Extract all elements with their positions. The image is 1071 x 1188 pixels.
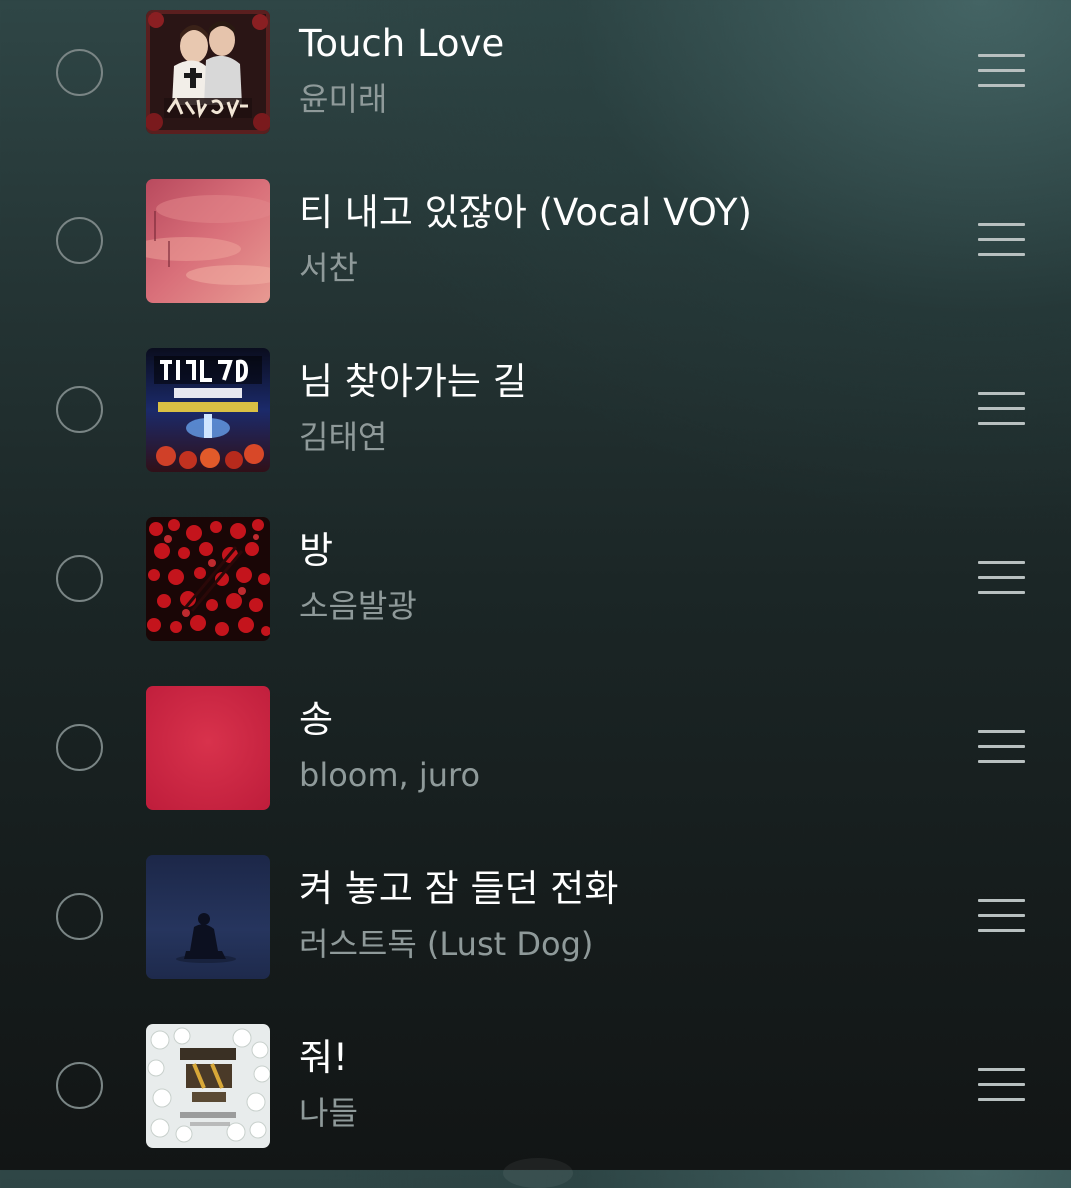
select-checkbox-icon[interactable]	[56, 49, 103, 96]
drag-handle-icon[interactable]	[978, 223, 1025, 257]
track-title: 님 찾아가는 길	[299, 360, 527, 403]
album-art-white-flowers	[146, 1024, 270, 1148]
scroll-hint	[503, 1158, 573, 1188]
track-row[interactable]: 송 bloom, juro	[0, 676, 1071, 845]
album-art-touch-love	[146, 10, 270, 134]
select-checkbox-icon[interactable]	[56, 1062, 103, 1109]
select-checkbox-icon[interactable]	[56, 386, 103, 433]
track-title: 방	[299, 529, 334, 572]
album-art-pink-clouds	[146, 179, 270, 303]
drag-handle-icon[interactable]	[978, 561, 1025, 595]
drag-handle-icon[interactable]	[978, 54, 1025, 88]
drag-handle-icon[interactable]	[978, 1068, 1025, 1102]
track-title: 티 내고 있잖아 (Vocal VOY)	[299, 191, 752, 234]
playlist-list: Touch Love 윤미래 티 내고 있잖아 (Vocal VOY) 서찬 님…	[0, 0, 1071, 1188]
track-row[interactable]: 님 찾아가는 길 김태연	[0, 338, 1071, 507]
track-title: 줘!	[299, 1036, 348, 1079]
track-artist: 러스트독 (Lust Dog)	[299, 925, 594, 963]
track-artist: 김태연	[299, 418, 388, 456]
drag-handle-icon[interactable]	[978, 730, 1025, 764]
track-title: 켜 놓고 잠 들던 전화	[299, 867, 619, 910]
track-title: Touch Love	[299, 22, 505, 65]
album-art-red-solid	[146, 686, 270, 810]
select-checkbox-icon[interactable]	[56, 555, 103, 602]
track-row[interactable]: 티 내고 있잖아 (Vocal VOY) 서찬	[0, 169, 1071, 338]
track-title: 송	[299, 698, 334, 741]
track-row[interactable]: Touch Love 윤미래	[0, 0, 1071, 169]
select-checkbox-icon[interactable]	[56, 724, 103, 771]
album-art-blue-silhouette	[146, 855, 270, 979]
track-artist: 윤미래	[299, 80, 388, 118]
track-artist: 나들	[299, 1094, 358, 1132]
album-art-hyeonyeok-gawang-3	[146, 348, 270, 472]
track-artist: 서찬	[299, 249, 358, 287]
drag-handle-icon[interactable]	[978, 899, 1025, 933]
track-row[interactable]: 방 소음발광	[0, 507, 1071, 676]
select-checkbox-icon[interactable]	[56, 893, 103, 940]
track-row[interactable]: 켜 놓고 잠 들던 전화 러스트독 (Lust Dog)	[0, 845, 1071, 1014]
track-artist: bloom, juro	[299, 756, 481, 794]
album-art-red-flowers	[146, 517, 270, 641]
select-checkbox-icon[interactable]	[56, 217, 103, 264]
drag-handle-icon[interactable]	[978, 392, 1025, 426]
track-artist: 소음발광	[299, 587, 417, 625]
